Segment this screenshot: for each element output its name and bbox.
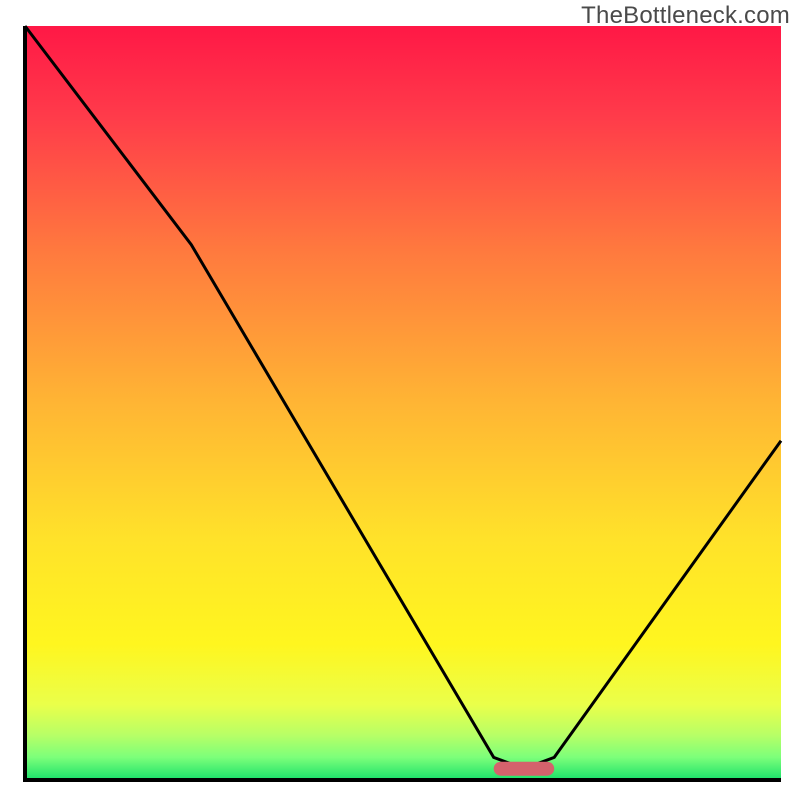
optimum-band <box>494 762 554 776</box>
plot-background <box>25 26 781 780</box>
chart-container: TheBottleneck.com <box>0 0 800 800</box>
bottleneck-chart <box>0 0 800 800</box>
